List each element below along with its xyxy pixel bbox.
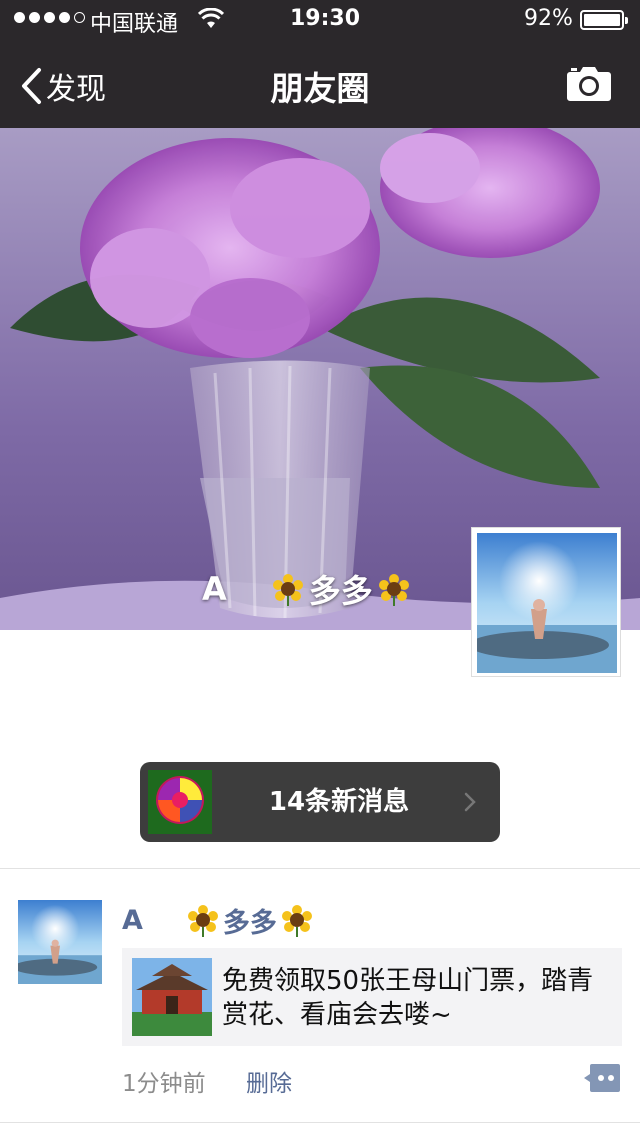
carrier-name: 中国联通 — [90, 12, 179, 37]
sunflower-icon — [281, 905, 312, 937]
new-messages-notice[interactable]: 14条新消息 — [140, 762, 500, 842]
link-thumbnail — [132, 958, 212, 1036]
post-timestamp: 1分钟前 — [122, 1071, 206, 1097]
notice-text: 14条新消息 — [268, 787, 410, 817]
camera-icon[interactable] — [566, 64, 612, 106]
divider — [0, 1122, 640, 1123]
signal-strength-icon — [14, 12, 85, 23]
status-bar: 中国联通 19:30 92% — [0, 0, 640, 40]
post-author-name[interactable]: A 多多 — [122, 900, 317, 940]
sunflower-icon — [378, 574, 409, 606]
clock-time: 19:30 — [290, 6, 361, 31]
page-title: 朋友圈 — [270, 69, 370, 108]
post-author-initial: A — [122, 904, 143, 936]
battery-icon — [580, 10, 628, 30]
shared-link-card[interactable]: 免费领取50张王母山门票，踏青赏花、看庙会去喽~ — [122, 948, 622, 1046]
delete-post-link[interactable]: 删除 — [246, 1064, 292, 1098]
notice-sender-avatar — [148, 770, 212, 834]
cover-user-nickname: 多多 — [308, 572, 373, 610]
profile-avatar[interactable] — [471, 527, 621, 677]
link-title: 免费领取50张王母山门票，踏青赏花、看庙会去喽~ — [222, 966, 594, 1030]
sunflower-icon — [272, 574, 303, 606]
cover-user-name: A 多多 — [202, 566, 415, 612]
battery-percentage: 92% — [524, 6, 573, 31]
post-author-avatar[interactable] — [13, 900, 102, 984]
divider — [0, 868, 640, 869]
comment-icon[interactable] — [584, 1064, 620, 1092]
sunflower-icon — [187, 905, 218, 937]
navigation-bar: 发现 朋友圈 — [0, 40, 640, 128]
chevron-right-icon — [464, 792, 476, 812]
cover-user-initial: A — [202, 570, 227, 608]
wifi-icon — [197, 7, 225, 34]
post-author-nickname: 多多 — [222, 907, 277, 939]
